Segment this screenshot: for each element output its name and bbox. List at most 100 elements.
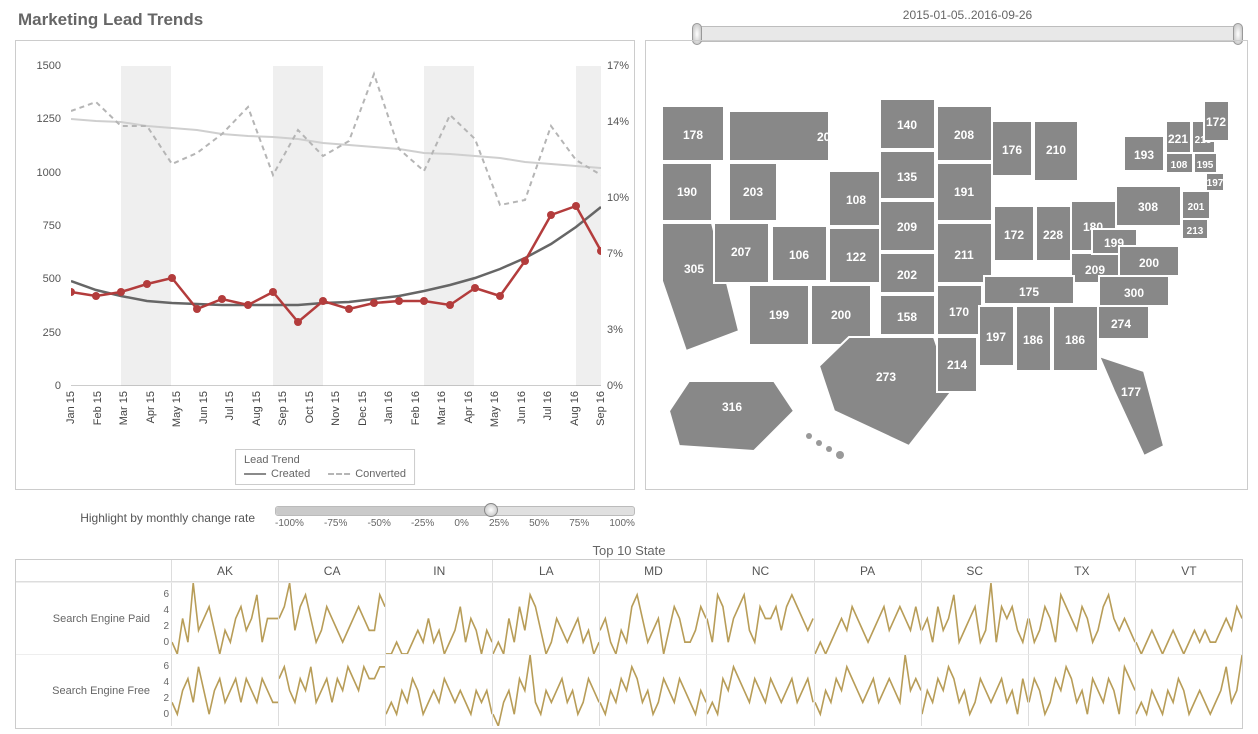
- legend-created: Created: [271, 468, 310, 480]
- highlight-tick: -25%: [411, 518, 434, 529]
- x-tick: Aug 15: [251, 391, 263, 426]
- sparkline-cell[interactable]: [1028, 654, 1135, 726]
- svg-text:200: 200: [831, 308, 851, 322]
- sm-column-header: MD: [599, 560, 706, 581]
- sparkline-cell[interactable]: [1135, 654, 1242, 726]
- svg-text:203: 203: [743, 185, 763, 199]
- svg-text:213: 213: [1187, 226, 1204, 237]
- svg-text:201: 201: [1188, 202, 1205, 213]
- us-map[interactable]: 178 202 140 208 176 210 193 221 213 172 …: [645, 40, 1248, 490]
- svg-text:122: 122: [846, 250, 866, 264]
- sparkline-cell[interactable]: [492, 654, 599, 726]
- svg-text:177: 177: [1121, 385, 1141, 399]
- highlight-tick: 100%: [609, 518, 635, 529]
- sm-column-header: CA: [278, 560, 385, 581]
- x-tick: May 16: [489, 391, 501, 427]
- sparkline-cell[interactable]: [171, 582, 278, 654]
- sparkline-cell[interactable]: [278, 654, 385, 726]
- sparkline-cell[interactable]: [706, 654, 813, 726]
- x-tick: Nov 15: [330, 391, 342, 426]
- svg-text:208: 208: [954, 128, 974, 142]
- highlight-slider[interactable]: -100%-75%-50%-25%0%25%50%75%100%: [275, 506, 635, 529]
- sparkline-cell[interactable]: [1028, 582, 1135, 654]
- sparkline-cell[interactable]: [385, 582, 492, 654]
- sm-column-header: AK: [171, 560, 278, 581]
- svg-text:135: 135: [897, 170, 917, 184]
- sparkline-cell[interactable]: [1135, 582, 1242, 654]
- sm-column-header: NC: [706, 560, 813, 581]
- svg-text:191: 191: [954, 185, 974, 199]
- highlight-tick: -50%: [367, 518, 390, 529]
- x-tick: Jul 15: [224, 391, 236, 420]
- svg-text:211: 211: [954, 248, 974, 262]
- sparkline-cell[interactable]: [385, 654, 492, 726]
- svg-text:178: 178: [683, 128, 703, 142]
- x-tick: Jul 16: [542, 391, 554, 420]
- svg-text:175: 175: [1019, 285, 1039, 299]
- svg-text:172: 172: [1004, 228, 1024, 242]
- svg-text:158: 158: [897, 310, 917, 324]
- svg-text:273: 273: [876, 370, 896, 384]
- svg-text:140: 140: [897, 118, 917, 132]
- sparkline-cell[interactable]: [492, 582, 599, 654]
- sparkline-cell[interactable]: [921, 654, 1028, 726]
- x-tick: Feb 16: [410, 391, 422, 425]
- svg-text:197: 197: [1207, 178, 1224, 189]
- date-range-slider[interactable]: 2015-01-05..2016-09-26: [695, 8, 1240, 42]
- svg-text:305: 305: [684, 262, 704, 276]
- x-tick: Jan 15: [65, 391, 77, 424]
- svg-text:199: 199: [769, 308, 789, 322]
- sparkline-cell[interactable]: [599, 654, 706, 726]
- svg-text:200: 200: [1139, 256, 1159, 270]
- highlight-tick: -100%: [275, 518, 304, 529]
- x-tick: Apr 16: [463, 391, 475, 423]
- svg-text:207: 207: [731, 245, 751, 259]
- x-tick: Apr 15: [145, 391, 157, 423]
- svg-text:209: 209: [897, 220, 917, 234]
- svg-text:190: 190: [677, 185, 697, 199]
- y-right-axis: 17% 14% 10% 7% 3% 0%: [604, 66, 634, 386]
- svg-text:316: 316: [722, 400, 742, 414]
- x-tick: Jan 16: [383, 391, 395, 424]
- x-tick: Oct 15: [304, 391, 316, 423]
- legend-title: Lead Trend: [244, 454, 406, 466]
- highlight-tick: 75%: [569, 518, 589, 529]
- svg-text:186: 186: [1023, 333, 1043, 347]
- x-tick: Sep 16: [595, 391, 607, 426]
- highlight-tick: 50%: [529, 518, 549, 529]
- lead-trends-chart[interactable]: 1500 1250 1000 750 500 250 0 17% 14% 10%…: [15, 40, 635, 490]
- sparkline-cell[interactable]: [814, 654, 921, 726]
- sm-column-header: TX: [1028, 560, 1135, 581]
- svg-text:195: 195: [1197, 160, 1214, 171]
- top10-title: Top 10 State: [593, 543, 666, 558]
- sm-row-label: Search Engine Paid: [53, 613, 150, 625]
- sparkline-cell[interactable]: [171, 654, 278, 726]
- sparkline-cell[interactable]: [814, 582, 921, 654]
- x-tick: Dec 15: [357, 391, 369, 426]
- x-tick: Jun 15: [198, 391, 210, 424]
- sparkline-cell[interactable]: [706, 582, 813, 654]
- svg-text:172: 172: [1206, 115, 1226, 129]
- svg-text:170: 170: [949, 305, 969, 319]
- svg-text:214: 214: [947, 358, 967, 372]
- svg-text:186: 186: [1065, 333, 1085, 347]
- sparkline-cell[interactable]: [278, 582, 385, 654]
- highlight-slider-knob[interactable]: [484, 503, 498, 517]
- svg-text:228: 228: [1043, 228, 1063, 242]
- svg-text:197: 197: [986, 330, 1006, 344]
- us-map-svg[interactable]: 178 202 140 208 176 210 193 221 213 172 …: [654, 51, 1239, 471]
- svg-text:202: 202: [817, 130, 837, 144]
- x-tick: May 15: [171, 391, 183, 427]
- x-tick: Mar 15: [118, 391, 130, 425]
- svg-text:210: 210: [1046, 143, 1066, 157]
- x-tick: Sep 15: [277, 391, 289, 426]
- small-multiples[interactable]: AKCAINLAMDNCPASCTXVT Search Engine Paid6…: [15, 559, 1243, 729]
- x-tick: Mar 16: [436, 391, 448, 425]
- sparkline-cell[interactable]: [921, 582, 1028, 654]
- y-left-axis: 1500 1250 1000 750 500 250 0: [16, 66, 66, 386]
- sparkline-cell[interactable]: [599, 582, 706, 654]
- svg-text:221: 221: [1168, 132, 1188, 146]
- sm-column-header: VT: [1135, 560, 1242, 581]
- highlight-slider-label: Highlight by monthly change rate: [15, 511, 275, 525]
- svg-text:176: 176: [1002, 143, 1022, 157]
